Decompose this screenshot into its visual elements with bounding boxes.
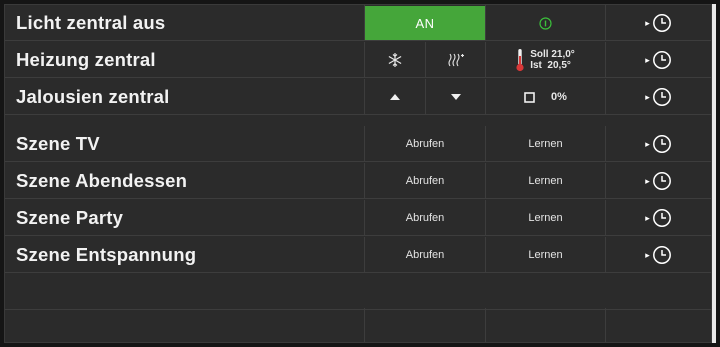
row-szene-abendessen: Szene Abendessen Abrufen Lernen ▸ [5, 163, 711, 199]
row-label: Licht zentral aus [16, 12, 166, 33]
learn-button[interactable]: Lernen [485, 200, 605, 236]
clock-icon [652, 209, 671, 227]
timer-button[interactable]: ▸ [605, 237, 711, 273]
recall-label: Abrufen [405, 212, 445, 224]
blind-stop-button[interactable]: 0% [485, 79, 605, 115]
play-arrow-icon: ▸ [645, 175, 650, 186]
play-arrow-icon: ▸ [645, 212, 650, 223]
clock-icon [652, 135, 671, 153]
row-label: Szene Abendessen [16, 170, 188, 191]
recall-button[interactable]: Abrufen [364, 163, 485, 199]
learn-label: Lernen [528, 212, 563, 224]
learn-button[interactable]: Lernen [485, 126, 605, 162]
timer-button[interactable]: ▸ [605, 126, 711, 162]
row-licht: Licht zentral aus AN ▸ [5, 5, 711, 41]
empty-cell [605, 308, 711, 342]
row-szene-tv: Szene TV Abrufen Lernen ▸ [5, 126, 711, 162]
scrollbar[interactable] [712, 4, 716, 343]
play-arrow-icon: ▸ [645, 17, 650, 28]
learn-label: Lernen [528, 175, 563, 187]
recall-label: Abrufen [405, 249, 445, 261]
snowflake-icon [388, 53, 402, 67]
play-arrow-icon: ▸ [645, 54, 650, 65]
timer-button[interactable]: ▸ [605, 163, 711, 199]
row-label: Jalousien zentral [16, 86, 170, 107]
learn-label: Lernen [528, 138, 563, 150]
learn-button[interactable]: Lernen [485, 163, 605, 199]
thermometer-icon [516, 49, 524, 72]
blind-down-button[interactable] [425, 79, 485, 115]
recall-label: Abrufen [405, 175, 445, 187]
actual-temp-text: Ist 20,5° [530, 60, 571, 71]
row-label: Heizung zentral [16, 49, 156, 70]
triangle-up-icon [390, 94, 400, 100]
recall-button[interactable]: Abrufen [364, 200, 485, 236]
clock-icon [652, 14, 671, 32]
clock-icon [652, 88, 671, 106]
blind-up-button[interactable] [364, 79, 425, 115]
empty-cell [364, 308, 485, 342]
row-jalousien: Jalousien zentral 0% ▸ [5, 79, 711, 115]
learn-button[interactable]: Lernen [485, 237, 605, 273]
play-arrow-icon: ▸ [645, 91, 650, 102]
clock-icon [652, 172, 671, 190]
row-szene-party: Szene Party Abrufen Lernen ▸ [5, 200, 711, 236]
power-status [485, 5, 605, 41]
control-panel: Licht zentral aus AN ▸ Heizung zentral S… [4, 4, 712, 343]
triangle-down-icon [450, 94, 461, 100]
timer-button[interactable]: ▸ [605, 42, 711, 78]
empty-row [5, 274, 711, 310]
blind-position-value: 0% [551, 91, 567, 103]
setpoint-text: Soll 21,0° [530, 49, 575, 60]
recall-label: Abrufen [405, 138, 445, 150]
heat-waves-icon [447, 53, 464, 67]
clock-icon [652, 246, 671, 264]
empty-row-bottom [5, 308, 711, 342]
timer-button[interactable]: ▸ [605, 79, 711, 115]
cool-button[interactable] [364, 42, 425, 78]
row-heizung: Heizung zentral Soll 21,0° Ist 20,5° ▸ [5, 42, 711, 78]
on-button[interactable]: AN [365, 6, 485, 40]
recall-button[interactable]: Abrufen [364, 126, 485, 162]
temperature-display: Soll 21,0° Ist 20,5° [485, 42, 605, 78]
play-arrow-icon: ▸ [645, 138, 650, 149]
heat-button[interactable] [425, 42, 485, 78]
row-label: Szene Party [16, 207, 124, 228]
recall-button[interactable]: Abrufen [364, 237, 485, 273]
timer-button[interactable]: ▸ [605, 200, 711, 236]
learn-label: Lernen [528, 249, 563, 261]
clock-icon [652, 51, 671, 69]
square-icon [524, 91, 535, 103]
row-szene-entspannung: Szene Entspannung Abrufen Lernen ▸ [5, 237, 711, 273]
row-label: Szene TV [16, 133, 100, 154]
empty-cell [485, 308, 605, 342]
play-arrow-icon: ▸ [645, 249, 650, 260]
row-label: Szene Entspannung [16, 244, 197, 265]
timer-button[interactable]: ▸ [605, 5, 711, 41]
power-icon [539, 16, 552, 30]
